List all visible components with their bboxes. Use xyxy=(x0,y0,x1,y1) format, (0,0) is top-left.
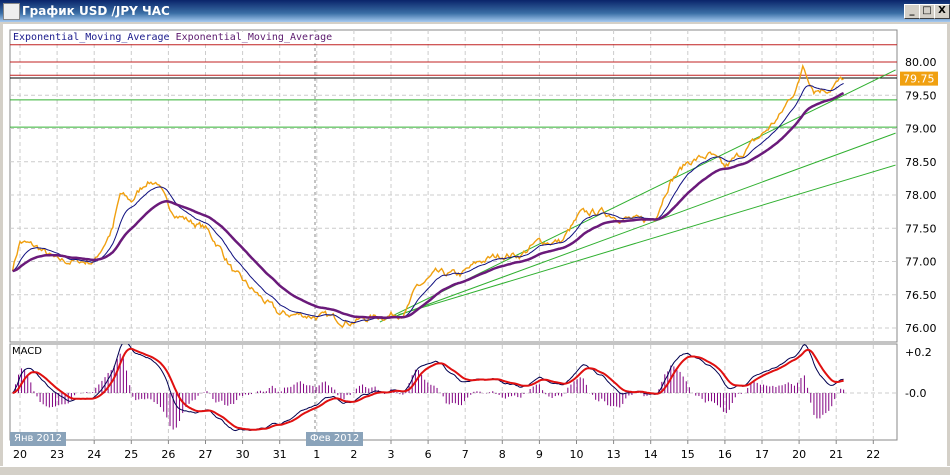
x-tick-label: 30 xyxy=(236,448,250,461)
macd-label: MACD xyxy=(12,346,42,357)
x-tick-label: 20 xyxy=(13,448,27,461)
y-tick-label: 79.50 xyxy=(905,89,937,102)
legend-ema-slow: Exponential_Moving_Average xyxy=(175,32,333,43)
y-tick-label: 76.50 xyxy=(905,289,937,302)
indicator-legend: Exponential_Moving_Average Exponential_M… xyxy=(12,32,334,43)
x-tick-label: 16 xyxy=(718,448,732,461)
x-tick-label: 2 xyxy=(350,448,357,461)
x-tick-label: 10 xyxy=(570,448,584,461)
x-tick-label: 21 xyxy=(829,448,843,461)
month-badge-feb: Фев 2012 xyxy=(306,432,364,446)
x-tick-label: 1 xyxy=(313,448,320,461)
legend-ema-fast: Exponential_Moving_Average xyxy=(13,32,170,43)
x-tick-label: 17 xyxy=(755,448,769,461)
x-tick-label: 3 xyxy=(388,448,395,461)
x-tick-label: 9 xyxy=(536,448,543,461)
month-badge-jan: Янв 2012 xyxy=(10,432,67,446)
x-tick-label: 24 xyxy=(87,448,101,461)
y-tick-label: 76.00 xyxy=(905,322,937,335)
x-tick-label: 13 xyxy=(607,448,621,461)
x-tick-label: 6 xyxy=(425,448,432,461)
current-price-value: 79.75 xyxy=(903,73,935,86)
y-tick-label: 78.00 xyxy=(905,189,937,202)
x-tick-label: 15 xyxy=(681,448,695,461)
x-tick-label: 20 xyxy=(792,448,806,461)
macd-tick-label: +0.2 xyxy=(905,346,932,359)
x-tick-label: 25 xyxy=(124,448,138,461)
x-tick-label: 26 xyxy=(161,448,175,461)
x-tick-label: 31 xyxy=(273,448,287,461)
y-tick-label: 77.00 xyxy=(905,256,937,269)
y-tick-label: 77.50 xyxy=(905,222,937,235)
x-tick-label: 8 xyxy=(499,448,506,461)
macd-tick-label: -0.0 xyxy=(905,387,926,400)
y-tick-label: 80.00 xyxy=(905,56,937,69)
price-chart: 20 23 24 25 26 27 30 31 1 2 3 6 7 8 9 10 13 14 15 16 17 20 21 2… xyxy=(9,29,938,461)
x-tick-label: 7 xyxy=(462,448,469,461)
x-tick-label: 23 xyxy=(50,448,64,461)
x-tick-label: 14 xyxy=(644,448,658,461)
x-tick-label: 27 xyxy=(199,448,213,461)
y-tick-label: 78.50 xyxy=(905,156,937,169)
y-tick-label: 79.00 xyxy=(905,123,937,136)
x-tick-label: 22 xyxy=(866,448,880,461)
